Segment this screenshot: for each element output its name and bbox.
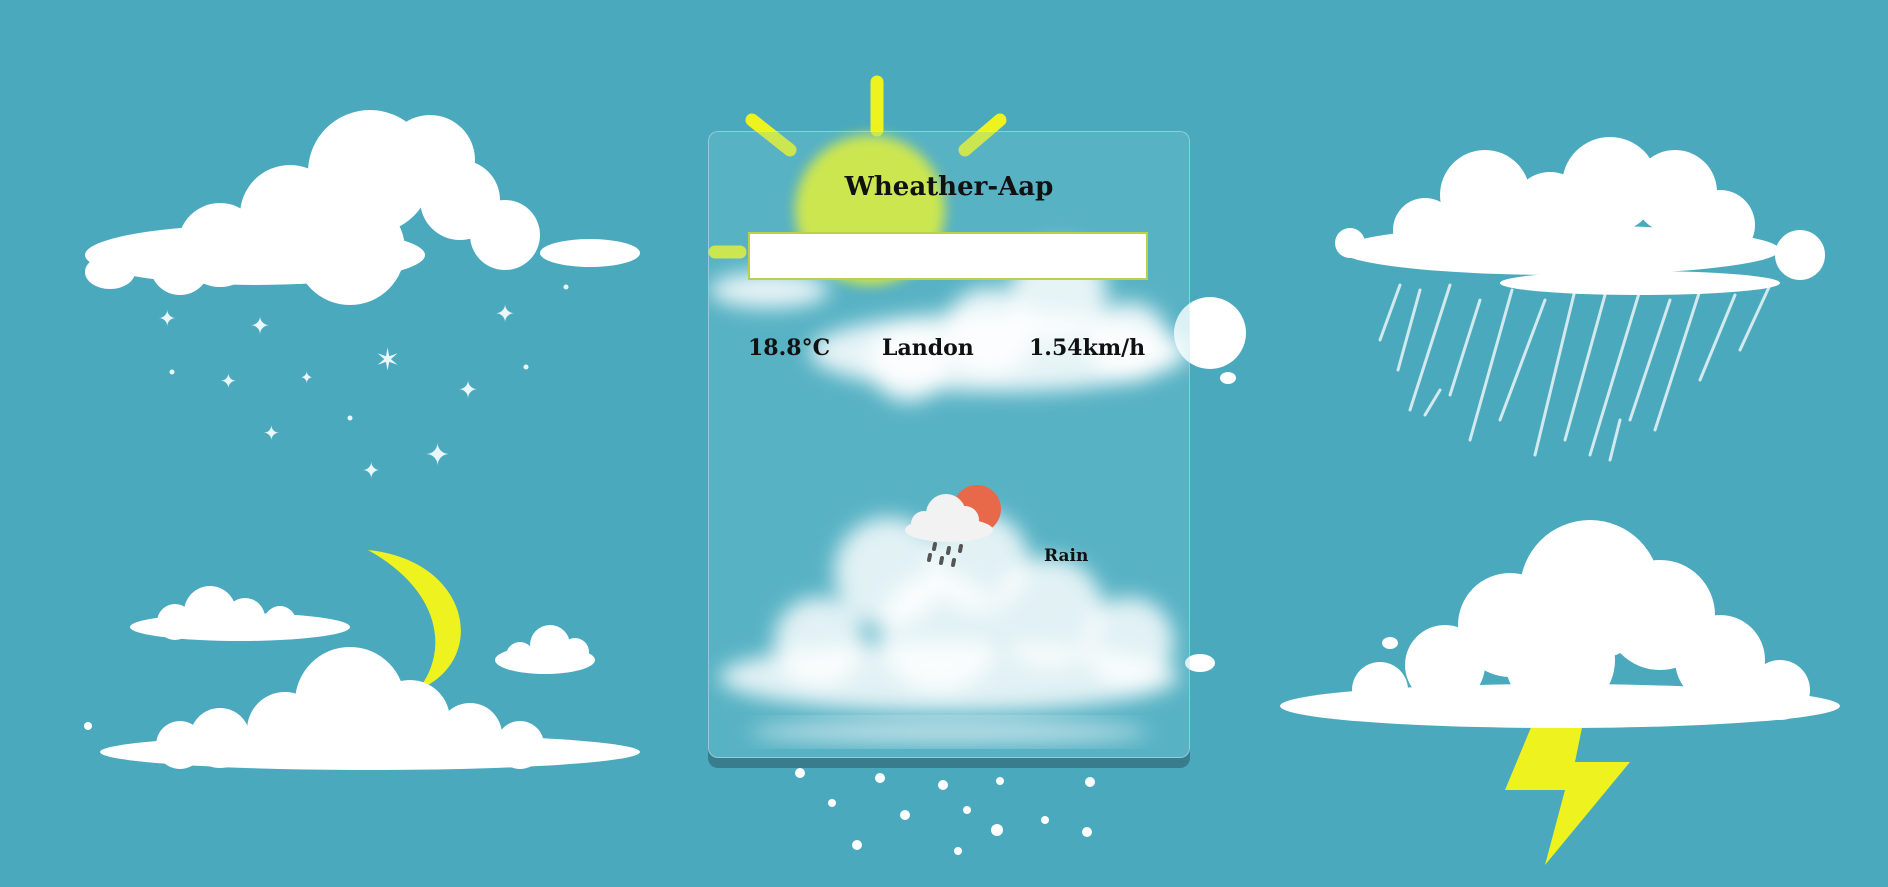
snow-cloud-icon bbox=[85, 110, 640, 305]
svg-text:✦: ✦ bbox=[263, 421, 280, 445]
svg-text:✦: ✦ bbox=[495, 300, 515, 328]
city-name: Landon bbox=[882, 335, 974, 361]
lightning-icon bbox=[1505, 713, 1630, 865]
card-background-clouds bbox=[709, 244, 1189, 744]
svg-text:✦: ✦ bbox=[158, 307, 176, 332]
svg-text:✦: ✦ bbox=[250, 312, 270, 340]
svg-text:✶: ✶ bbox=[375, 343, 400, 378]
weather-description: Rain bbox=[1044, 546, 1089, 566]
storm-cloud-icon bbox=[1280, 520, 1840, 728]
rain-cloud-sun-icon bbox=[905, 485, 1001, 567]
svg-text:✦: ✦ bbox=[220, 369, 237, 393]
svg-text:✦: ✦ bbox=[362, 459, 380, 484]
svg-text:✦: ✦ bbox=[300, 368, 313, 387]
night-cloud-icon bbox=[84, 586, 640, 770]
app-title: Wheather-Aap bbox=[844, 172, 1054, 202]
raindrops-icon bbox=[795, 768, 1095, 855]
svg-text:✦: ✦ bbox=[458, 376, 478, 404]
rain-cloud-icon bbox=[1335, 137, 1825, 462]
city-search-input[interactable] bbox=[748, 232, 1148, 280]
svg-text:✦: ✦ bbox=[425, 438, 450, 473]
temperature-value: 18.8°C bbox=[748, 335, 831, 361]
weather-card: Wheather-Aap 18.8°C Landon 1.54km/h Rain bbox=[708, 131, 1190, 758]
wind-speed-value: 1.54km/h bbox=[1029, 335, 1146, 361]
snowflake-icon: ✦ ✦ ✶ ✦ ✦ ✦ ✦ ✦ ✦ ✦ bbox=[158, 284, 569, 484]
